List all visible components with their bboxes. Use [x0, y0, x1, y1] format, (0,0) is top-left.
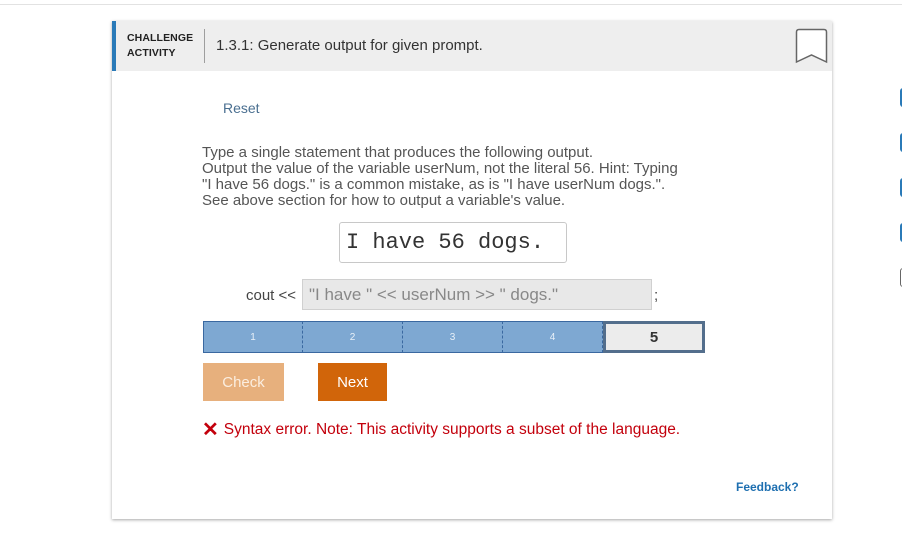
code-input[interactable]: "I have " << userNum >> " dogs." — [302, 279, 652, 310]
instruction-line: "I have 56 dogs." is a common mistake, a… — [202, 176, 666, 193]
code-suffix: ; — [654, 287, 659, 304]
progress-number: 3 — [895, 203, 902, 212]
level-2[interactable]: 2 — [303, 321, 403, 353]
expected-output: I have 56 dogs. — [339, 222, 567, 263]
feedback-link[interactable]: Feedback? — [736, 480, 799, 494]
reset-button[interactable]: Reset — [223, 100, 260, 116]
activity-type-label: CHALLENGE ACTIVITY — [127, 32, 194, 59]
top-divider — [0, 4, 902, 5]
level-3[interactable]: 3 — [403, 321, 503, 353]
instruction-line: See above section for how to output a va… — [202, 192, 566, 209]
error-text: Syntax error. Note: This activity suppor… — [223, 421, 681, 438]
code-prefix: cout << — [246, 287, 297, 304]
level-5[interactable]: 5 — [603, 321, 705, 353]
header-divider — [204, 29, 205, 63]
check-button[interactable]: Check — [203, 363, 284, 401]
level-bar: 12345 — [203, 321, 705, 353]
error-message: ✕ Syntax error. Note: This activity supp… — [202, 419, 681, 441]
instruction-line: Output the value of the variable userNum… — [202, 160, 678, 177]
challenge-activity-card: CHALLENGE ACTIVITY 1.3.1: Generate outpu… — [112, 21, 902, 519]
instruction-line: Type a single statement that produces th… — [202, 144, 594, 161]
activity-title: 1.3.1: Generate output for given prompt. — [216, 37, 483, 54]
bookmark-icon[interactable] — [795, 28, 828, 64]
progress-number: 5 — [895, 293, 902, 302]
progress-number: 4 — [895, 248, 902, 257]
progress-number: 1 — [895, 113, 902, 122]
progress-number: 2 — [895, 158, 902, 167]
instructions: Type a single statement that produces th… — [202, 145, 722, 209]
level-1[interactable]: 1 — [203, 321, 303, 353]
activity-header: CHALLENGE ACTIVITY 1.3.1: Generate outpu… — [112, 21, 832, 71]
next-button[interactable]: Next — [318, 363, 387, 401]
x-icon: ✕ — [202, 419, 219, 441]
level-4[interactable]: 4 — [503, 321, 603, 353]
